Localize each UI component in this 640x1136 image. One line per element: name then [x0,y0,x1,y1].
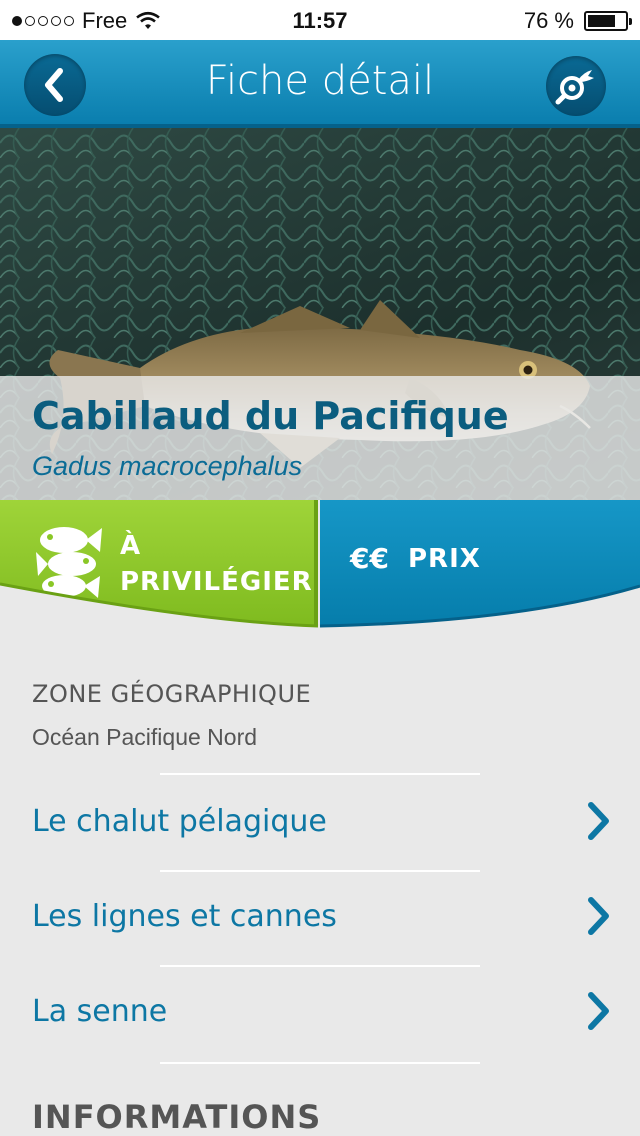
species-caption: Cabillaud du Pacifique Gadus macrocephal… [0,376,640,500]
divider [160,965,480,967]
detail-content: ZONE GÉOGRAPHIQUE Océan Pacifique Nord L… [0,630,640,1136]
zone-value: Océan Pacifique Nord [32,724,258,750]
chevron-right-icon [588,802,609,840]
chevron-right-icon [588,992,609,1030]
status-bar: Free 11:57 76 % [0,0,640,40]
list-item-label: La senne [32,994,168,1029]
chevron-right-icon [588,897,609,935]
species-latin-name: Gadus macrocephalus [32,451,303,481]
page-title: Fiche détail [205,58,435,104]
list-item-lignes[interactable]: Les lignes et cannes [0,873,640,963]
battery-percent: 76 % [523,8,574,33]
recommendation-line1: À [120,531,142,561]
price-symbol: €€ [350,542,389,575]
list-item-label: Les lignes et cannes [32,899,337,934]
divider [160,1062,480,1064]
price-label: PRIX [408,544,481,574]
fish-search-icon [555,70,594,105]
battery-icon [584,11,632,31]
divider [160,773,480,775]
navigation-bar: Fiche détail [0,40,640,128]
fish-stack-icon [36,527,102,598]
tab-price[interactable]: €€ PRIX [320,500,640,626]
species-common-name: Cabillaud du Pacifique [32,394,509,438]
zone-title: ZONE GÉOGRAPHIQUE [32,680,312,708]
recommendation-line2: PRIVILÉGIER [120,567,313,597]
divider [160,870,480,872]
list-item-senne[interactable]: La senne [0,968,640,1058]
tab-recommendation[interactable]: À PRIVILÉGIER [0,500,318,626]
fish-photo: Cabillaud du Pacifique Gadus macrocephal… [0,128,640,500]
list-item-chalut[interactable]: Le chalut pélagique [0,778,640,868]
informations-title: INFORMATIONS [32,1098,322,1136]
info-tabs: À PRIVILÉGIER €€ PRIX [0,500,640,630]
list-item-label: Le chalut pélagique [32,804,327,839]
fish-search-button[interactable] [546,56,606,116]
